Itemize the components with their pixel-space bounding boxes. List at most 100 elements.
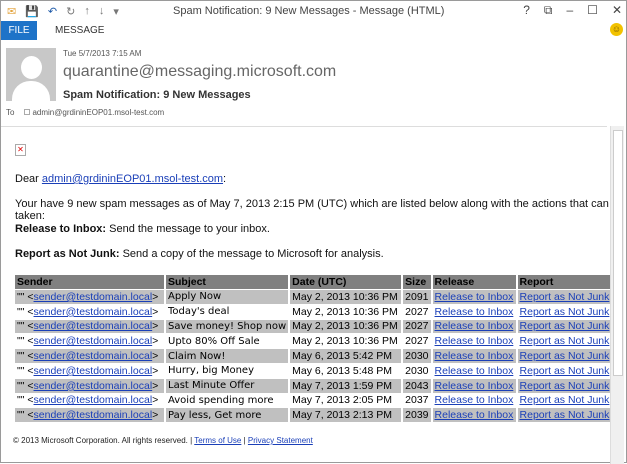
size-cell: 2030	[403, 349, 431, 363]
report-cell: Report as Not Junk	[517, 290, 614, 304]
report-cell: Report as Not Junk	[518, 394, 614, 408]
size-cell: 2030	[405, 364, 429, 377]
size-cell: 2027	[405, 335, 429, 348]
date-cell: May 6, 2013 5:42 PM	[290, 349, 402, 363]
ribbon-tabs: FILE MESSAGE	[1, 21, 627, 40]
terms-link[interactable]: Terms of Use	[194, 436, 241, 445]
to-label: To	[6, 108, 15, 117]
previous-item-icon[interactable]: ↑	[84, 5, 90, 17]
report-cell: Report as Not Junk	[518, 305, 614, 319]
ribbon-display-button[interactable]: ⧉	[544, 3, 553, 18]
sender-cell: "" <sender@testdomain.local>	[17, 394, 159, 407]
report-not-junk-link[interactable]: Report as Not Junk	[520, 365, 610, 377]
report-not-junk-link[interactable]: Report as Not Junk	[520, 306, 610, 318]
quick-access-toolbar: ✉ 💾 ↶ ↻ ↑ ↓ ▾	[1, 5, 119, 18]
table-row: "" <sender@testdomain.local> Apply Now Ma…	[15, 290, 614, 304]
subject-cell: Hurry, big Money	[168, 365, 254, 377]
report-cell: Report as Not Junk	[518, 334, 614, 348]
sender-link[interactable]: sender@testdomain.local	[34, 291, 153, 303]
report-not-junk-link[interactable]: Report as Not Junk	[520, 291, 610, 303]
release-to-inbox-link[interactable]: Release to Inbox	[435, 291, 514, 303]
save-icon[interactable]: 💾	[25, 5, 39, 18]
sender-cell: "" <sender@testdomain.local>	[15, 349, 164, 363]
release-cell: Release to Inbox	[432, 349, 516, 363]
subject-cell: Upto 80% Off Sale	[168, 335, 260, 347]
recipient-address[interactable]: admin@grdininEOP01.msol-test.com	[32, 108, 164, 117]
release-to-inbox-link[interactable]: Release to Inbox	[435, 380, 514, 392]
col-release: Release	[432, 275, 516, 289]
report-cell: Report as Not Junk	[517, 349, 614, 363]
report-not-junk-link[interactable]: Report as Not Junk	[520, 335, 610, 347]
report-not-junk-link[interactable]: Report as Not Junk	[520, 320, 610, 332]
release-to-inbox-link[interactable]: Release to Inbox	[435, 350, 514, 362]
release-to-inbox-link[interactable]: Release to Inbox	[435, 409, 514, 421]
size-cell: 2091	[403, 290, 431, 304]
report-not-junk-link[interactable]: Report as Not Junk	[520, 409, 610, 421]
date-cell: May 7, 2013 2:13 PM	[290, 408, 402, 423]
title-bar: ✉ 💾 ↶ ↻ ↑ ↓ ▾ Spam Notification: 9 New M…	[1, 1, 627, 21]
sender-cell: "" <sender@testdomain.local>	[17, 364, 159, 377]
sender-link[interactable]: sender@testdomain.local	[34, 409, 153, 421]
recipient-line: To admin@grdininEOP01.msol-test.com	[6, 108, 164, 117]
release-to-inbox-link[interactable]: Release to Inbox	[435, 320, 514, 332]
sender-link[interactable]: sender@testdomain.local	[34, 350, 153, 362]
table-row: "" <sender@testdomain.local> Hurry, big …	[15, 364, 614, 378]
message-subject: Spam Notification: 9 New Messages	[63, 89, 251, 101]
size-cell: 2043	[403, 378, 431, 393]
scrollbar-thumb[interactable]	[613, 130, 623, 376]
release-to-inbox-link[interactable]: Release to Inbox	[435, 306, 514, 318]
tab-file[interactable]: FILE	[1, 21, 37, 40]
tab-message[interactable]: MESSAGE	[37, 21, 104, 40]
vertical-scrollbar[interactable]	[610, 126, 624, 464]
date-cell: May 7, 2013 1:59 PM	[290, 378, 402, 393]
sender-cell: "" <sender@testdomain.local>	[15, 408, 164, 423]
minimize-button[interactable]: –	[566, 3, 573, 18]
window-title: Spam Notification: 9 New Messages - Mess…	[173, 5, 445, 17]
admin-link[interactable]: admin@grdininEOP01.msol-test.com	[42, 173, 223, 185]
size-cell: 2037	[405, 394, 429, 407]
mail-icon[interactable]: ✉	[7, 5, 16, 18]
report-not-junk-link[interactable]: Report as Not Junk	[520, 394, 610, 406]
release-cell: Release to Inbox	[432, 319, 516, 334]
sender-cell: "" <sender@testdomain.local>	[17, 305, 159, 318]
sender-link[interactable]: sender@testdomain.local	[34, 306, 153, 318]
table-row: "" <sender@testdomain.local> Save money! …	[15, 319, 614, 334]
privacy-link[interactable]: Privacy Statement	[248, 436, 313, 445]
sender-link[interactable]: sender@testdomain.local	[34, 320, 153, 332]
release-cell: Release to Inbox	[433, 394, 516, 408]
date-cell: May 2, 2013 10:36 PM	[290, 290, 402, 304]
release-to-inbox-link[interactable]: Release to Inbox	[435, 365, 514, 377]
customize-toolbar-icon[interactable]: ▾	[113, 5, 119, 18]
release-cell: Release to Inbox	[433, 364, 516, 378]
col-sender: Sender	[15, 275, 164, 289]
subject-cell: Avoid spending more	[168, 394, 274, 406]
report-cell: Report as Not Junk	[518, 364, 614, 378]
sender-link[interactable]: sender@testdomain.local	[34, 380, 153, 392]
report-not-junk-link[interactable]: Report as Not Junk	[520, 380, 610, 392]
table-row: "" <sender@testdomain.local> Avoid spendi…	[15, 394, 614, 408]
release-to-inbox-link[interactable]: Release to Inbox	[435, 394, 514, 406]
date-cell: May 7, 2013 2:05 PM	[292, 394, 392, 407]
report-not-junk-link[interactable]: Report as Not Junk	[520, 350, 610, 362]
subject-cell: Apply Now	[166, 290, 289, 304]
spam-messages-table: Sender Subject Date (UTC) Size Release R…	[13, 274, 616, 423]
smiley-feedback-icon[interactable]: ☺	[610, 23, 623, 36]
maximize-button[interactable]: ☐	[587, 3, 598, 18]
sender-address[interactable]: quarantine@messaging.microsoft.com	[63, 63, 336, 81]
sender-link[interactable]: sender@testdomain.local	[34, 365, 153, 377]
release-cell: Release to Inbox	[432, 378, 516, 393]
release-to-inbox-link[interactable]: Release to Inbox	[435, 335, 514, 347]
date-cell: May 2, 2013 10:36 PM	[292, 335, 398, 348]
undo-icon[interactable]: ↶	[48, 5, 57, 18]
table-row: "" <sender@testdomain.local> Upto 80% Off…	[15, 334, 614, 348]
help-button[interactable]: ?	[523, 3, 530, 18]
close-button[interactable]: ✕	[612, 3, 622, 18]
sender-link[interactable]: sender@testdomain.local	[34, 335, 153, 347]
report-cell: Report as Not Junk	[517, 378, 614, 393]
sender-link[interactable]: sender@testdomain.local	[34, 394, 153, 406]
report-cell: Report as Not Junk	[517, 408, 614, 423]
next-item-icon[interactable]: ↓	[99, 5, 105, 17]
size-cell: 2039	[403, 408, 431, 423]
redo-icon[interactable]: ↻	[66, 5, 75, 18]
sender-cell: "" <sender@testdomain.local>	[15, 319, 164, 334]
